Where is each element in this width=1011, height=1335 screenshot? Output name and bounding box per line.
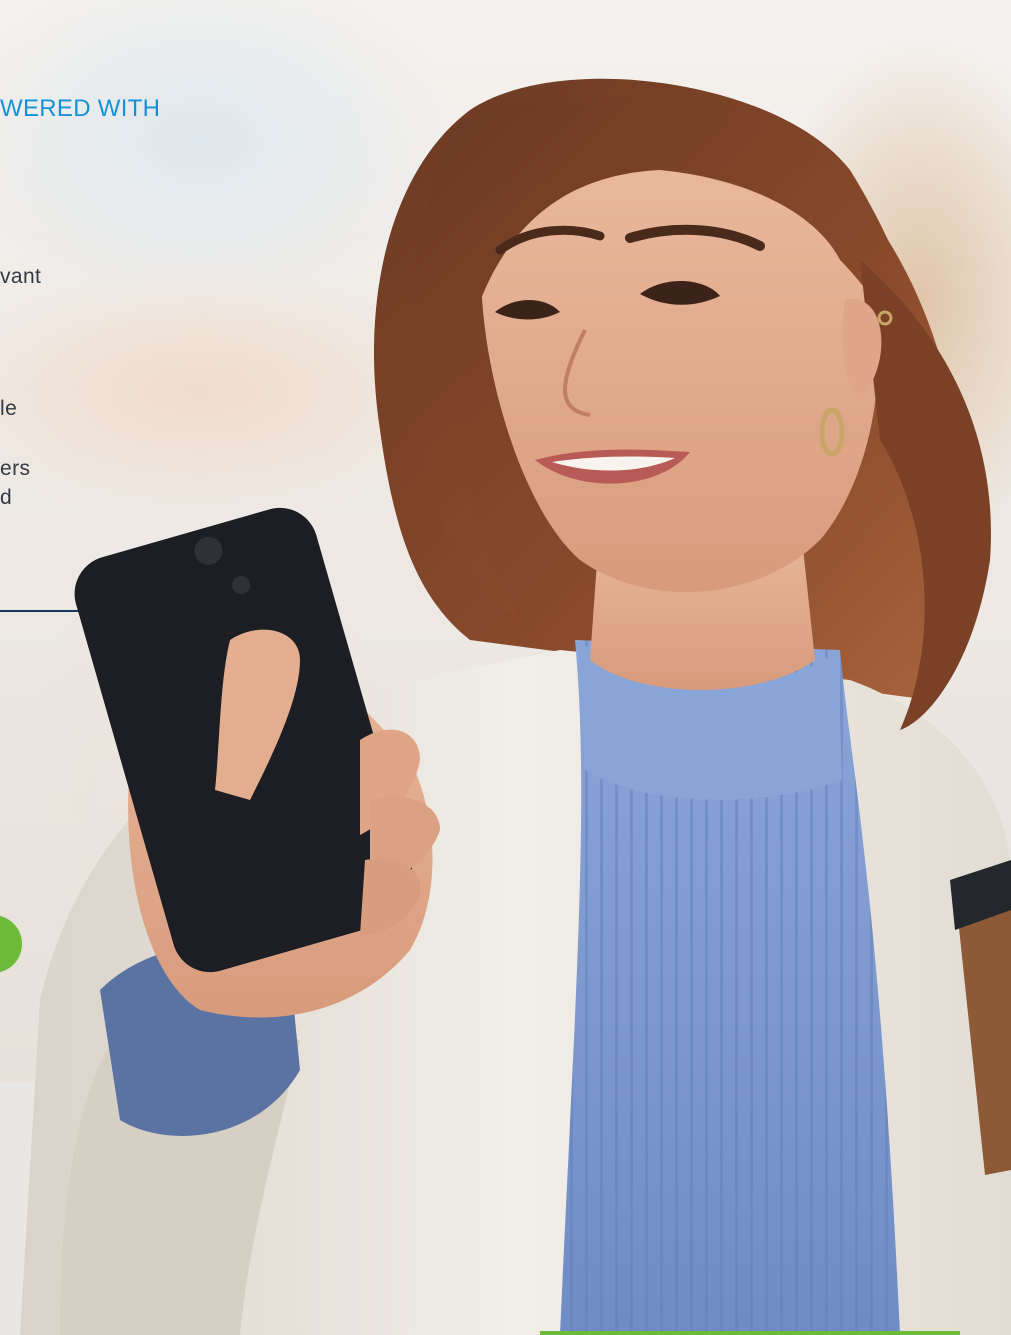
bottom-accent-bar: [540, 1331, 960, 1335]
hero-section: WERED WITH vant le ers d: [0, 0, 1011, 1335]
woman-with-smartphone-photo: [20, 78, 1011, 1335]
